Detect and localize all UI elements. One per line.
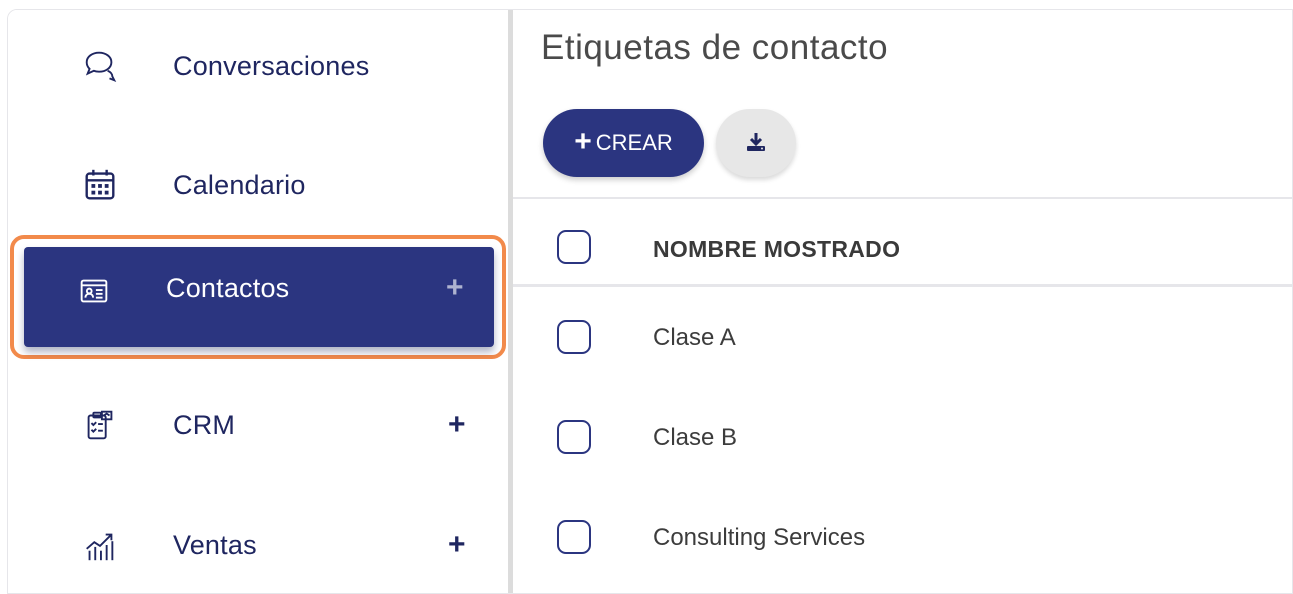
sidebar-item-conversaciones[interactable]: Conversaciones (8, 10, 508, 122)
table-row[interactable]: Consulting Services (513, 487, 1292, 587)
sales-chart-icon (78, 523, 122, 567)
sidebar-item-calendario[interactable]: Calendario (8, 129, 508, 241)
download-button[interactable] (716, 109, 796, 177)
create-button[interactable]: + CREAR (543, 109, 704, 177)
app-frame: Conversaciones Calendario Contactos + CR… (7, 9, 1293, 594)
contact-card-icon (72, 269, 116, 313)
sidebar-item-label: Calendario (173, 169, 306, 200)
page-title: Etiquetas de contacto (541, 28, 889, 67)
column-header-nombre[interactable]: NOMBRE MOSTRADO (653, 236, 900, 263)
download-icon (744, 130, 768, 157)
sidebar-item-label: Conversaciones (173, 50, 370, 81)
row-checkbox[interactable] (557, 420, 591, 454)
sidebar-item-label: Contactos (166, 273, 290, 303)
sidebar-item-contactos[interactable]: Contactos + (10, 235, 506, 359)
sidebar-item-label: Ventas (173, 529, 257, 560)
table-row[interactable]: Clase B (513, 387, 1292, 487)
plus-icon: + (574, 124, 592, 158)
expand-plus-icon[interactable]: + (448, 410, 466, 440)
row-label: Clase B (653, 424, 738, 451)
select-all-checkbox[interactable] (557, 230, 591, 264)
sidebar-item-ventas[interactable]: Ventas + (8, 489, 508, 593)
table-header-row: NOMBRE MOSTRADO (513, 197, 1292, 297)
sidebar-item-crm[interactable]: CRM + (8, 369, 508, 481)
row-label: Consulting Services (653, 524, 866, 551)
crm-handshake-icon (78, 403, 122, 447)
sidebar-item-label: CRM (173, 409, 236, 440)
chat-bubbles-icon (78, 44, 122, 88)
main-content: Etiquetas de contacto + CREAR NOMBRE MOS… (513, 10, 1292, 593)
table-row[interactable]: Clase A (513, 287, 1292, 387)
sidebar: Conversaciones Calendario Contactos + CR… (8, 10, 508, 593)
row-checkbox[interactable] (557, 320, 591, 354)
expand-plus-icon[interactable]: + (448, 530, 466, 560)
create-button-label: CREAR (595, 130, 673, 155)
row-checkbox[interactable] (557, 520, 591, 554)
expand-plus-icon[interactable]: + (446, 273, 464, 303)
row-label: Clase A (653, 324, 736, 351)
calendar-icon (78, 163, 122, 207)
